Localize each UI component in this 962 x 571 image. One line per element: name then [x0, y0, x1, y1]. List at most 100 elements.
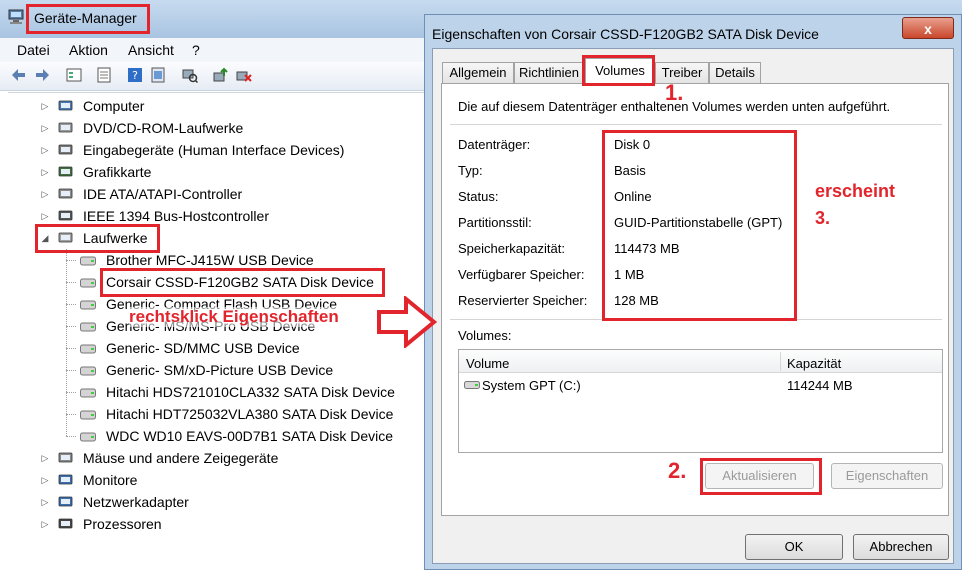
volume-row-capacity[interactable]: 114244 MB — [787, 378, 853, 393]
property-label: Partitionsstil: — [458, 215, 532, 230]
tree-device-label: Generic- SD/MMC USB Device — [106, 340, 300, 356]
expand-icon[interactable]: ▷ — [40, 513, 50, 535]
back-arrow-icon[interactable] — [11, 67, 27, 83]
volumes-label: Volumes: — [458, 328, 512, 343]
computer-icon — [58, 100, 73, 111]
tree-category[interactable]: ▷ Netzwerkadapter — [40, 491, 420, 513]
expand-icon[interactable]: ▷ — [40, 117, 50, 139]
disk-drive-icon — [80, 322, 96, 332]
dvd-drive-icon — [58, 122, 73, 133]
expand-icon[interactable]: ▷ — [40, 183, 50, 205]
expand-icon[interactable]: ▷ — [40, 469, 50, 491]
tree-connector — [66, 348, 76, 349]
annotation-step3-number: 3. — [815, 208, 831, 228]
menu-help[interactable]: ? — [192, 42, 200, 58]
tree-category[interactable]: ▷ Computer — [40, 95, 420, 117]
property-label: Speicherkapazität: — [458, 241, 565, 256]
tree-category[interactable]: ▷ Monitore — [40, 469, 420, 491]
tree-category-label: Computer — [83, 98, 145, 114]
tab-richtlinien[interactable]: Richtlinien — [514, 62, 584, 83]
tree-connector — [66, 370, 76, 371]
tree-category[interactable]: ▷ Eingabegeräte (Human Interface Devices) — [40, 139, 420, 161]
property-label: Reservierter Speicher: — [458, 293, 588, 308]
expand-icon[interactable]: ▷ — [40, 139, 50, 161]
tree-vertical-connector — [66, 249, 67, 436]
action-view-icon[interactable] — [150, 67, 166, 83]
tree-device[interactable]: Hitachi HDS721010CLA332 SATA Disk Device — [60, 381, 420, 403]
volumes-list-header — [459, 350, 942, 373]
tree-category-label: Eingabegeräte (Human Interface Devices) — [83, 142, 345, 158]
disk-drive-icon — [80, 278, 96, 288]
expand-icon[interactable]: ▷ — [40, 95, 50, 117]
ieee1394-icon — [58, 210, 73, 221]
annotation-step1: 1. — [665, 80, 684, 105]
menu-datei[interactable]: Datei — [17, 42, 50, 58]
tree-device[interactable]: Generic- SD/MMC USB Device — [60, 337, 420, 359]
menu-aktion[interactable]: Aktion — [69, 42, 108, 58]
annotation-step2: 2. — [668, 458, 687, 483]
menu-ansicht[interactable]: Ansicht — [128, 42, 174, 58]
tree-device[interactable]: Hitachi HDT725032VLA380 SATA Disk Device — [60, 403, 420, 425]
tree-connector — [66, 326, 76, 327]
property-label: Status: — [458, 189, 499, 204]
tree-category[interactable]: ▷ Grafikkarte — [40, 161, 420, 183]
tree-category-label: DVD/CD-ROM-Laufwerke — [83, 120, 244, 136]
tab-details[interactable]: Details — [709, 62, 761, 83]
highlight-corsair-device — [100, 268, 385, 297]
help-icon[interactable]: ? — [127, 67, 143, 83]
show-hidden-icon[interactable] — [96, 67, 112, 83]
column-header-capacity[interactable]: Kapazität — [787, 356, 841, 371]
disk-drive-icon — [80, 256, 96, 266]
tree-category-label: Mäuse und andere Zeigegeräte — [83, 450, 279, 466]
highlight-device-manager-title — [26, 4, 150, 34]
tree-device-label: Hitachi HDT725032VLA380 SATA Disk Device — [106, 406, 394, 422]
scan-hardware-icon[interactable] — [182, 67, 198, 83]
tree-connector — [66, 260, 76, 261]
highlight-property-values — [602, 130, 797, 321]
cancel-button[interactable]: Abbrechen — [853, 534, 949, 560]
tree-device-label: Generic- SM/xD-Picture USB Device — [106, 362, 334, 378]
network-adapter-icon — [58, 496, 73, 507]
device-manager-icon — [8, 9, 24, 24]
tree-category[interactable]: ▷ Mäuse und andere Zeigegeräte — [40, 447, 420, 469]
tree-device[interactable]: WDC WD10 EAVS-00D7B1 SATA Disk Device — [60, 425, 420, 447]
uninstall-icon[interactable] — [236, 67, 252, 83]
expand-icon[interactable]: ▷ — [40, 161, 50, 183]
tree-category-label: Netzwerkadapter — [83, 494, 189, 510]
disk-drive-icon — [80, 300, 96, 310]
volume-properties-button[interactable]: Eigenschaften — [831, 463, 943, 489]
tree-category[interactable]: ▷ Prozessoren — [40, 513, 420, 535]
volume-row-name[interactable]: System GPT (C:) — [482, 378, 581, 393]
column-header-volume[interactable]: Volume — [466, 356, 509, 371]
menubar — [0, 38, 430, 62]
monitor-icon — [58, 474, 73, 485]
disk-drive-icon — [80, 344, 96, 354]
tree-category-label: Prozessoren — [83, 516, 162, 532]
tree-category[interactable]: ▷ IDE ATA/ATAPI-Controller — [40, 183, 420, 205]
tree-connector — [66, 414, 76, 415]
disk-drive-icon — [80, 410, 96, 420]
annotation-right-click: rechtsklick Eigenschaften — [129, 307, 339, 327]
property-label: Typ: — [458, 163, 483, 178]
dialog-close-button[interactable]: x — [902, 17, 954, 39]
update-driver-icon[interactable] — [213, 67, 229, 83]
tree-device[interactable]: Generic- SM/xD-Picture USB Device — [60, 359, 420, 381]
tree-category-label: IDE ATA/ATAPI-Controller — [83, 186, 243, 202]
svg-text:?: ? — [132, 69, 138, 82]
processor-icon — [58, 518, 73, 529]
column-separator[interactable] — [780, 352, 781, 371]
mouse-icon — [58, 452, 73, 463]
properties-view-icon[interactable] — [66, 67, 82, 83]
separator-top — [450, 124, 942, 125]
tree-category[interactable]: ▷ DVD/CD-ROM-Laufwerke — [40, 117, 420, 139]
expand-icon[interactable]: ▷ — [40, 447, 50, 469]
tree-category-label: Grafikkarte — [83, 164, 152, 180]
expand-icon[interactable]: ▷ — [40, 491, 50, 513]
tab-allgemein[interactable]: Allgemein — [442, 62, 514, 83]
forward-arrow-icon[interactable] — [34, 67, 50, 83]
property-label: Verfügbarer Speicher: — [458, 267, 585, 282]
ok-button[interactable]: OK — [745, 534, 843, 560]
disk-drive-icon — [80, 388, 96, 398]
disk-drive-icon — [80, 432, 96, 442]
hid-icon — [58, 144, 73, 155]
